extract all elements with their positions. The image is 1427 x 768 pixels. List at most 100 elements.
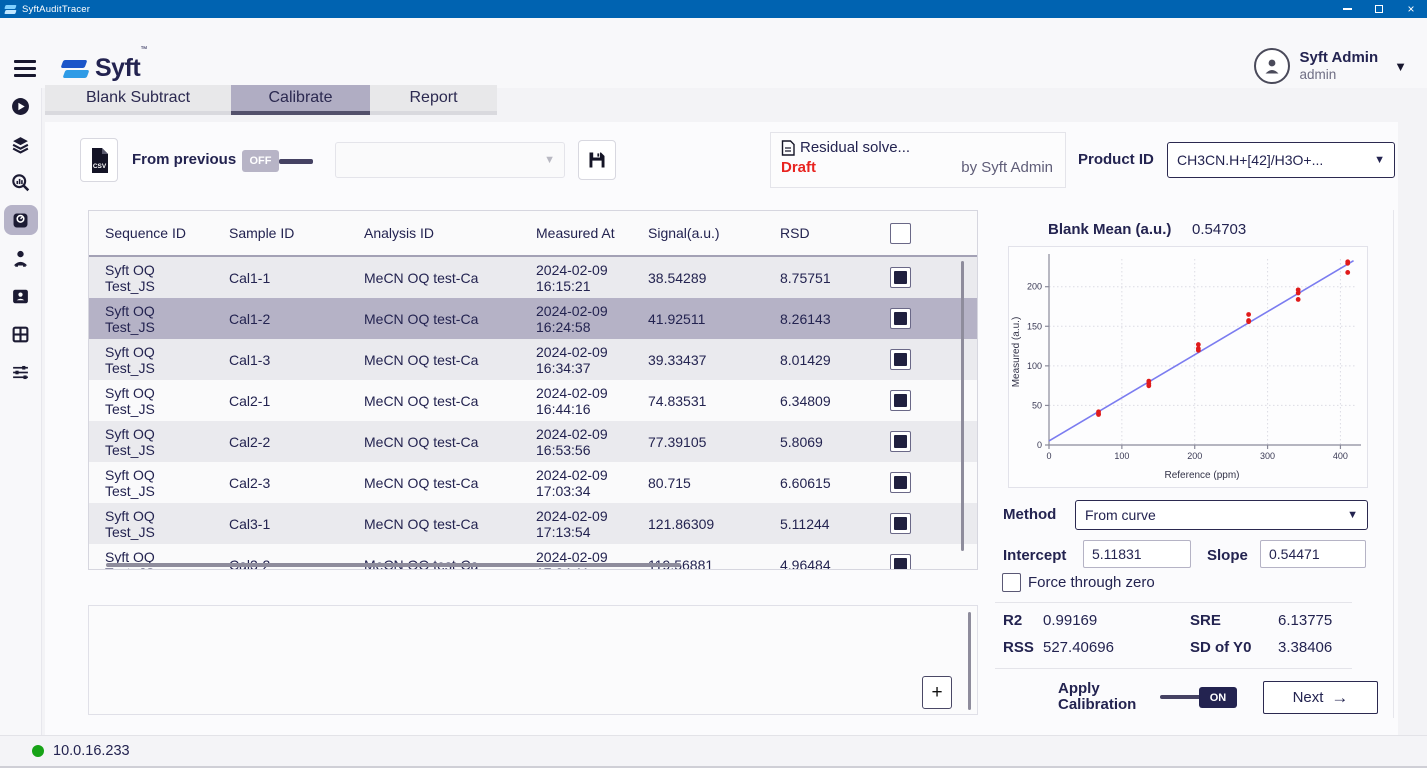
arrow-right-icon: → (1331, 688, 1348, 708)
cell-measured-at: 2024-02-0917:13:54 (536, 508, 648, 540)
intercept-field[interactable]: 5.11831 (1083, 540, 1191, 568)
row-checkbox[interactable] (890, 308, 911, 329)
close-icon[interactable]: × (1395, 0, 1427, 18)
export-csv-button[interactable]: CSV (80, 138, 118, 182)
svg-text:0: 0 (1037, 440, 1042, 450)
stat-label: SRE (1190, 612, 1278, 629)
next-button[interactable]: Next → (1263, 681, 1378, 714)
syft-logo: Syft™ (62, 54, 147, 83)
cell-sequence-id: Syft OQ Test_JS (105, 385, 189, 417)
doc-status-badge: Draft (781, 159, 816, 176)
stat-value: 3.38406 (1278, 639, 1363, 656)
table-header-row: Sequence IDSample IDAnalysis IDMeasured … (89, 211, 977, 257)
fit-statistics: R20.99169SRE6.13775RSS527.40696SD of Y03… (1003, 612, 1363, 656)
svg-text:Reference (ppm): Reference (ppm) (1164, 470, 1239, 481)
user-menu[interactable]: Syft Admin admin ▼ (1254, 48, 1408, 84)
table-row[interactable]: Syft OQ Test_JSCal2-1MeCN OQ test-Ca2024… (89, 380, 977, 421)
panel-scroll-track[interactable] (1393, 210, 1394, 718)
cell-sequence-id: Syft OQ Test_JS (105, 426, 189, 458)
select-all-checkbox[interactable] (890, 223, 911, 244)
calibration-table: Sequence IDSample IDAnalysis IDMeasured … (88, 210, 978, 570)
add-button[interactable]: + (922, 676, 952, 709)
row-checkbox[interactable] (890, 267, 911, 288)
minimize-icon[interactable] (1331, 0, 1363, 18)
row-checkbox[interactable] (890, 390, 911, 411)
column-header: RSD (780, 225, 890, 241)
calibration-doc-card[interactable]: Residual solve... Draft by Syft Admin (770, 132, 1066, 188)
cell-measured-at: 2024-02-0916:34:37 (536, 344, 648, 376)
column-header: Sequence ID (105, 225, 229, 241)
method-label: Method (1003, 506, 1056, 523)
tab-calibrate[interactable]: Calibrate (231, 85, 370, 115)
svg-text:100: 100 (1027, 361, 1042, 371)
svg-text:0: 0 (1046, 451, 1051, 461)
sidebar-item-play-circle[interactable] (4, 91, 38, 121)
svg-text:100: 100 (1114, 451, 1129, 461)
cell-analysis-id: MeCN OQ test-Ca (364, 516, 536, 532)
cell-sample-id: Cal2-3 (229, 475, 364, 491)
cell-sample-id: Cal1-1 (229, 270, 364, 286)
force-through-zero-checkbox[interactable] (1002, 573, 1021, 592)
cell-measured-at: 2024-02-0916:15:21 (536, 262, 648, 294)
cell-sample-id: Cal2-2 (229, 434, 364, 450)
from-previous-toggle[interactable]: OFF (242, 150, 279, 172)
document-icon (781, 140, 795, 156)
svg-text:150: 150 (1027, 321, 1042, 331)
intercept-label: Intercept (1003, 547, 1066, 564)
row-checkbox[interactable] (890, 472, 911, 493)
tab-report[interactable]: Report (370, 85, 497, 115)
chevron-down-icon[interactable]: ▼ (1394, 59, 1407, 74)
apply-calibration-toggle-track[interactable] (1160, 695, 1202, 699)
cell-measured-at: 2024-02-0917:03:34 (536, 467, 648, 499)
cell-analysis-id: MeCN OQ test-Ca (364, 270, 536, 286)
slope-field[interactable]: 0.54471 (1260, 540, 1366, 568)
menu-icon[interactable] (14, 60, 36, 77)
stat-label: RSS (1003, 639, 1043, 656)
notes-vertical-scrollbar[interactable] (968, 612, 971, 710)
product-id-select[interactable]: CH3CN.H+[42]/H3O+... ▼ (1167, 142, 1395, 178)
previous-calibration-select[interactable]: ▼ (335, 142, 565, 178)
table-horizontal-scrollbar[interactable] (106, 563, 681, 567)
maximize-icon[interactable] (1363, 0, 1395, 18)
table-row[interactable]: Syft OQ Test_JSCal1-1MeCN OQ test-Ca2024… (89, 257, 977, 298)
divider (995, 668, 1352, 669)
sidebar (0, 88, 42, 735)
cell-measured-at: 2024-02-0916:53:56 (536, 426, 648, 458)
table-row[interactable]: Syft OQ Test_JSCal3-1MeCN OQ test-Ca2024… (89, 503, 977, 544)
svg-text:CSV: CSV (92, 163, 106, 170)
method-select[interactable]: From curve ▼ (1075, 500, 1368, 530)
cell-sequence-id: Syft OQ Test_JS (105, 467, 189, 499)
table-row[interactable]: Syft OQ Test_JSCal1-2MeCN OQ test-Ca2024… (89, 298, 977, 339)
sidebar-item-scale[interactable] (4, 205, 38, 235)
sidebar-item-tune-sliders[interactable] (4, 357, 38, 387)
stat-label: R2 (1003, 612, 1043, 629)
stat-value: 527.40696 (1043, 639, 1190, 656)
table-vertical-scrollbar[interactable] (961, 261, 964, 551)
row-checkbox[interactable] (890, 431, 911, 452)
cell-signal: 39.33437 (648, 352, 780, 368)
sidebar-item-contact-card[interactable] (4, 281, 38, 311)
table-row[interactable]: Syft OQ Test_JS Cal2-3MeCN OQ test-Ca2024… (89, 462, 977, 503)
app-icon (5, 5, 17, 14)
save-button[interactable] (578, 140, 616, 180)
cell-analysis-id: MeCN OQ test-Ca (364, 475, 536, 491)
chevron-down-icon: ▼ (544, 154, 555, 166)
user-role: admin (1300, 66, 1379, 83)
save-floppy-icon (587, 150, 607, 170)
row-checkbox[interactable] (890, 513, 911, 534)
apply-calibration-toggle[interactable]: ON (1199, 687, 1237, 708)
window-title: SyftAuditTracer (22, 4, 90, 15)
sidebar-item-person[interactable] (4, 243, 38, 273)
table-row[interactable]: Syft OQ Test_JSCal1-3MeCN OQ test-Ca2024… (89, 339, 977, 380)
sidebar-item-search-analytics[interactable] (4, 167, 38, 197)
tab-blank-subtract[interactable]: Blank Subtract (45, 85, 231, 115)
svg-text:400: 400 (1333, 451, 1348, 461)
cell-sample-id: Cal2-1 (229, 393, 364, 409)
svg-text:200: 200 (1187, 451, 1202, 461)
row-checkbox[interactable] (890, 554, 911, 570)
row-checkbox[interactable] (890, 349, 911, 370)
from-previous-toggle-track[interactable] (279, 159, 313, 164)
table-row[interactable]: Syft OQ Test_JSCal2-2MeCN OQ test-Ca2024… (89, 421, 977, 462)
sidebar-item-layers[interactable] (4, 129, 38, 159)
sidebar-item-grid-table[interactable] (4, 319, 38, 349)
